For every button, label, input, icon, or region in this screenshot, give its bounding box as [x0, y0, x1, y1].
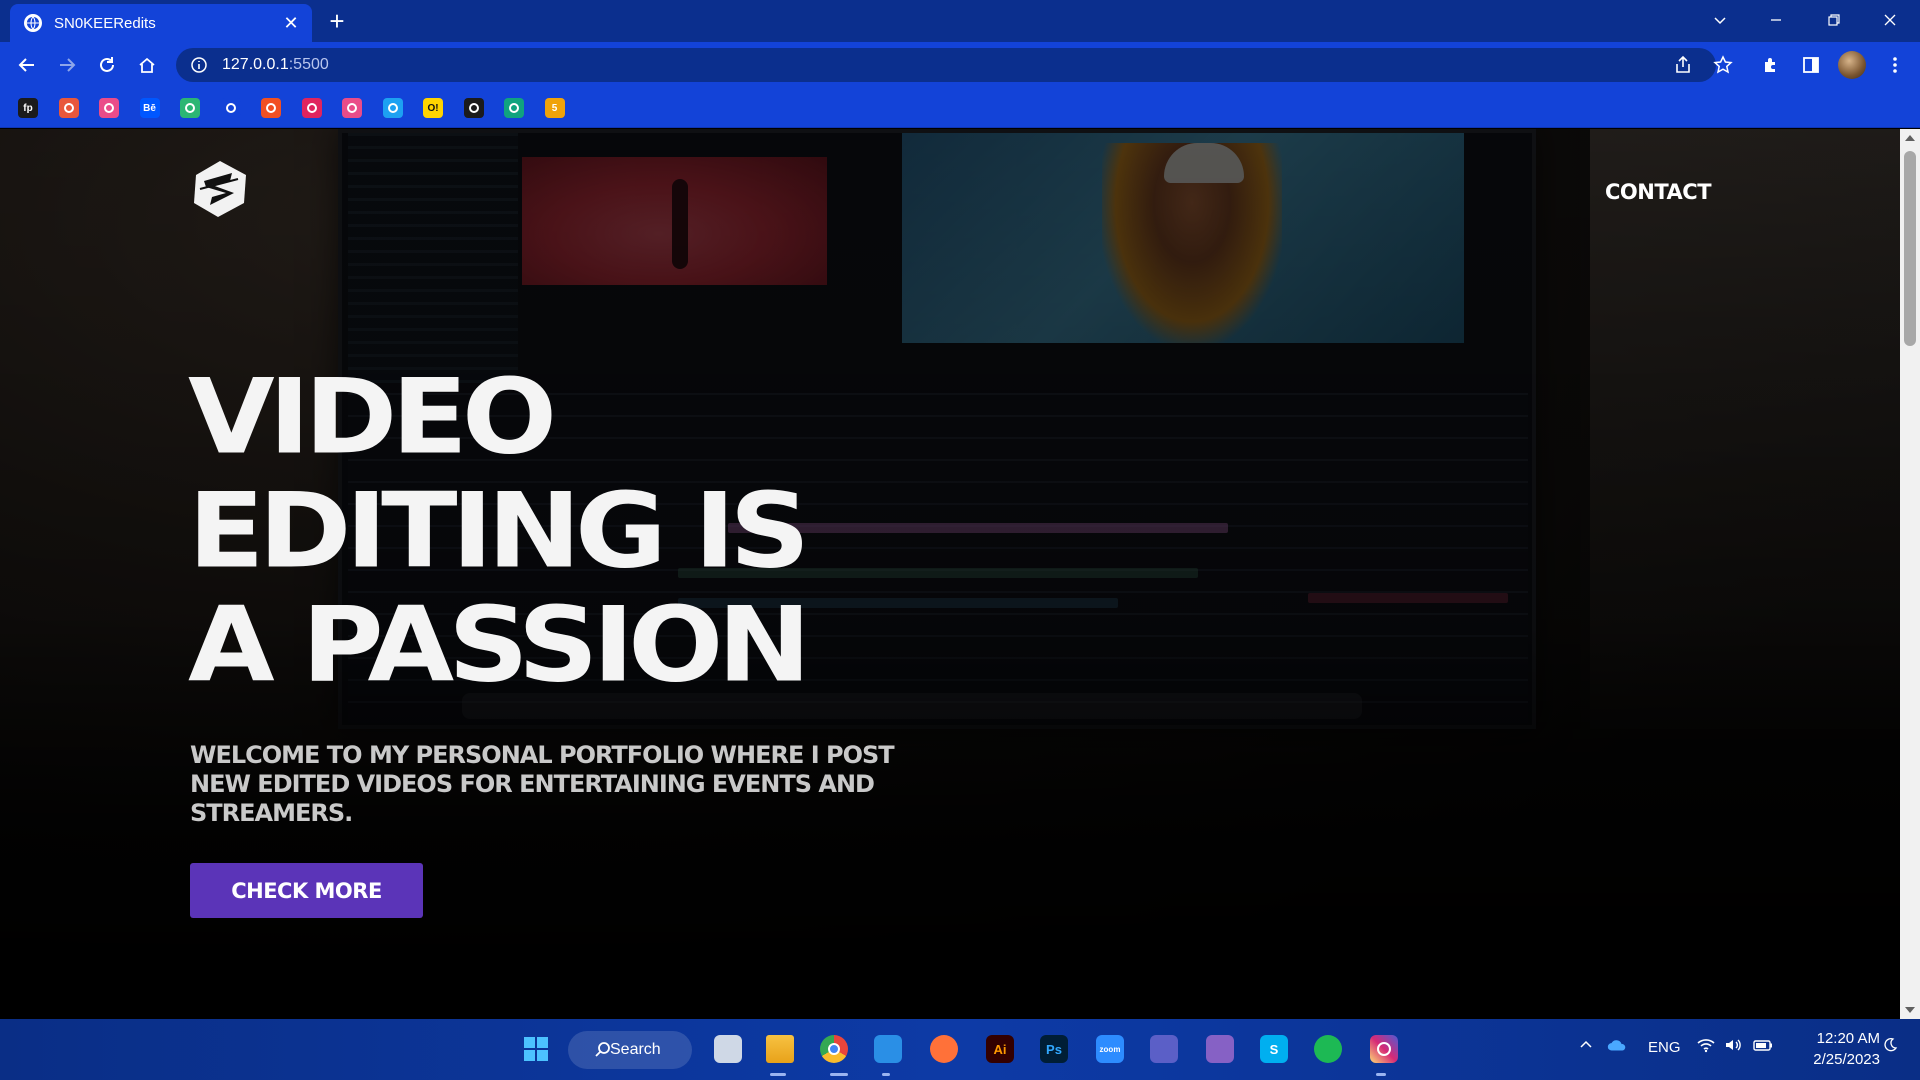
taskbar-search-button[interactable]: Search [568, 1031, 692, 1069]
copilot-icon[interactable] [504, 98, 524, 118]
clock-time: 12:20 AM [1816, 1030, 1880, 1047]
spotify-icon[interactable] [1310, 1031, 1346, 1067]
zoom-icon[interactable]: zoom [1092, 1031, 1128, 1067]
search-icon [595, 1042, 610, 1057]
check-more-button[interactable]: CHECK MORE [190, 863, 423, 918]
five-label: 5 [551, 102, 558, 114]
address-bar[interactable]: 127.0.0.1:5500 [176, 48, 1716, 82]
scroll-up-icon[interactable] [1905, 135, 1915, 141]
share-icon[interactable] [1668, 50, 1698, 80]
bookmarks-bar: fp Bē O! 5 [0, 88, 1920, 128]
onedrive-icon[interactable] [1606, 1037, 1628, 1057]
browser-tab-strip: SN0KEERedits ✕ + [0, 0, 1920, 42]
notification-moon-icon[interactable] [1882, 1037, 1898, 1057]
reload-icon[interactable] [92, 50, 122, 80]
hero-title-line-2: EDITING IS [188, 471, 810, 592]
running-indicator [830, 1073, 848, 1076]
target-icon[interactable] [301, 98, 322, 118]
language-indicator[interactable]: ENG [1648, 1039, 1681, 1056]
illustrator-icon[interactable]: Ai [982, 1031, 1018, 1067]
extensions-icon[interactable] [1756, 50, 1786, 80]
visual-studio-icon[interactable] [1202, 1031, 1238, 1067]
file-explorer-icon[interactable] [762, 1031, 798, 1067]
green-app-icon[interactable] [180, 98, 200, 118]
site-logo-icon[interactable] [190, 159, 250, 219]
site-info-icon[interactable] [190, 56, 208, 74]
five-icon[interactable]: 5 [544, 98, 565, 118]
scroll-down-icon[interactable] [1905, 1007, 1915, 1013]
profile-avatar[interactable] [1838, 51, 1866, 79]
teams-icon[interactable] [1146, 1031, 1182, 1067]
hero-subtitle: WELCOME TO MY PERSONAL PORTFOLIO WHERE I… [190, 741, 895, 827]
volume-icon[interactable] [1724, 1037, 1744, 1057]
wifi-icon[interactable] [1696, 1037, 1716, 1057]
window-close-icon[interactable] [1862, 0, 1918, 40]
skype-label: S [1269, 1041, 1279, 1057]
url-host: 127.0.0.1 [222, 56, 289, 73]
behance-icon[interactable]: Bē [139, 98, 160, 118]
globe-icon [24, 14, 42, 32]
behance-label: Bē [143, 102, 156, 114]
illustrator-label: Ai [993, 1041, 1007, 1057]
back-icon[interactable] [12, 50, 42, 80]
browser-toolbar: 127.0.0.1:5500 [0, 42, 1920, 88]
tab-search-icon[interactable] [1692, 0, 1748, 40]
page-viewport: CONTACT VIDEO EDITING IS A PASSION WELCO… [0, 129, 1900, 1019]
running-indicator [1376, 1073, 1386, 1076]
page-scrollbar[interactable] [1900, 129, 1920, 1019]
dribbble-icon[interactable] [99, 98, 119, 118]
firefox-icon[interactable] [926, 1031, 962, 1067]
instagram-icon[interactable] [1366, 1031, 1402, 1067]
browser-tab[interactable]: SN0KEERedits ✕ [10, 4, 312, 42]
microsoft-icon[interactable] [261, 98, 281, 118]
dribbble-icon[interactable] [342, 98, 362, 118]
task-view-icon[interactable] [710, 1031, 746, 1067]
hero-title: VIDEO EDITING IS A PASSION [188, 365, 1088, 707]
skype-icon[interactable]: S [1256, 1031, 1292, 1067]
taskbar-search-label: Search [610, 1041, 661, 1058]
ol-label: O! [427, 102, 439, 114]
hero-title-line-3: A PASSION [188, 585, 811, 706]
minimize-icon[interactable] [1748, 0, 1804, 40]
restore-icon[interactable] [1806, 0, 1862, 40]
url-port: :5500 [288, 56, 329, 73]
fp-icon[interactable]: fp [18, 98, 38, 118]
windows-taskbar: Search ENG 12:20 AM 2/25/2023 Ai Ps zoom S [0, 1019, 1920, 1080]
chat-icon[interactable] [463, 98, 484, 118]
forward-icon[interactable] [52, 50, 82, 80]
bookmark-star-icon[interactable] [1708, 50, 1738, 80]
running-indicator [882, 1073, 890, 1076]
search-app-icon[interactable] [382, 98, 403, 118]
zoom-label: zoom [1099, 1044, 1121, 1054]
new-tab-button[interactable]: + [322, 7, 352, 37]
menu-kebab-icon[interactable] [1880, 50, 1910, 80]
github-icon[interactable] [220, 98, 241, 118]
clock-date: 2/25/2023 [1813, 1051, 1880, 1068]
scroll-thumb[interactable] [1904, 151, 1916, 346]
codewars-icon[interactable] [58, 98, 79, 118]
battery-icon[interactable] [1752, 1037, 1774, 1057]
running-indicator [770, 1073, 786, 1076]
tab-title: SN0KEERedits [54, 14, 156, 32]
tab-close-icon[interactable]: ✕ [280, 12, 302, 34]
windows-start-icon[interactable] [518, 1031, 554, 1067]
home-icon[interactable] [132, 50, 162, 80]
photoshop-icon[interactable]: Ps [1036, 1031, 1072, 1067]
tray-chevron-icon[interactable] [1578, 1037, 1594, 1057]
taskbar-clock[interactable]: 12:20 AM 2/25/2023 [1790, 1028, 1880, 1070]
nav-contact-link[interactable]: CONTACT [1605, 180, 1712, 204]
side-panel-icon[interactable] [1796, 50, 1826, 80]
fp-label: fp [23, 102, 33, 114]
hero-title-line-1: VIDEO [188, 357, 557, 478]
photoshop-label: Ps [1046, 1041, 1062, 1057]
ol-icon[interactable]: O! [423, 98, 443, 118]
chrome-icon[interactable] [816, 1031, 852, 1067]
vscode-icon[interactable] [870, 1031, 906, 1067]
